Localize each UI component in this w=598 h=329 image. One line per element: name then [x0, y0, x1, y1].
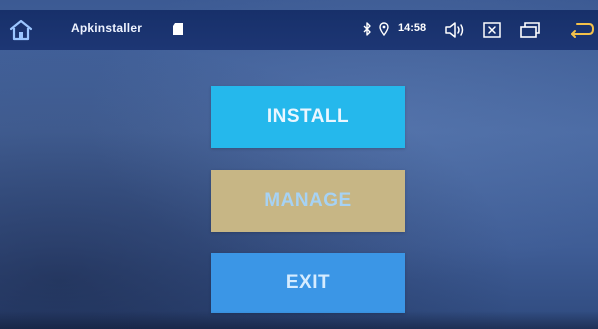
app-title: Apkinstaller: [71, 21, 143, 35]
home-icon[interactable]: [8, 18, 34, 42]
status-bar: Apkinstaller 14:58: [0, 10, 598, 50]
clock: 14:58: [398, 22, 427, 34]
bottom-shade: [0, 311, 598, 329]
bluetooth-icon: [363, 22, 371, 36]
manage-button[interactable]: MANAGE: [211, 170, 405, 232]
install-button[interactable]: INSTALL: [211, 86, 405, 148]
back-arrow-icon[interactable]: [569, 20, 595, 40]
recent-apps-icon[interactable]: [519, 21, 541, 39]
location-icon: [379, 22, 389, 36]
apk-installer-screen: Apkinstaller 14:58 INSTALL MANAGE EXIT: [0, 0, 598, 329]
exit-button[interactable]: EXIT: [211, 253, 405, 313]
close-box-icon[interactable]: [482, 21, 502, 39]
volume-icon[interactable]: [444, 20, 466, 40]
sd-card-icon: [173, 23, 183, 35]
